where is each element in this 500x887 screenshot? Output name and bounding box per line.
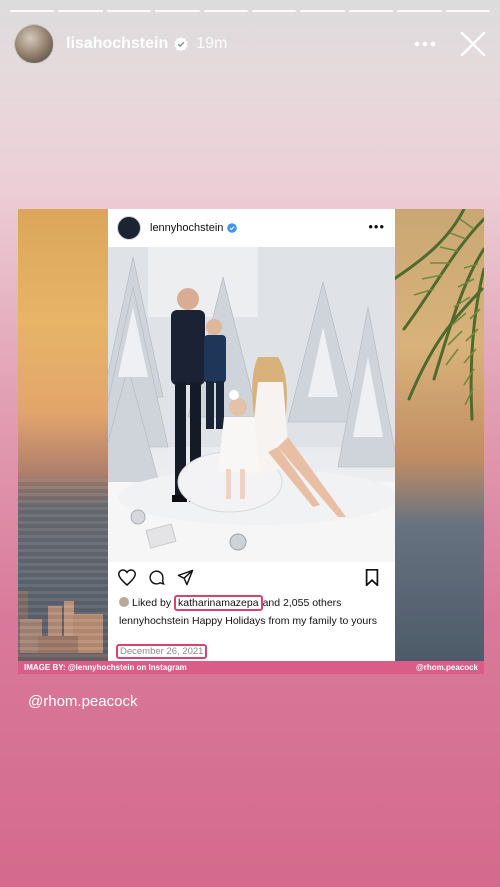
post-date-highlight: December 26, 2021 bbox=[116, 644, 208, 659]
story-progress-bar bbox=[10, 10, 491, 12]
post-caption: lennyhochstein Happy Holidays from my fa… bbox=[119, 615, 385, 628]
bookmark-icon bbox=[365, 569, 379, 586]
progress-segment bbox=[10, 10, 55, 12]
more-options-icon[interactable] bbox=[412, 34, 438, 54]
shared-post-image: lennyhochstein ••• Liked by katharinamaz… bbox=[18, 209, 484, 674]
family-holiday-photo bbox=[108, 247, 395, 562]
post-username: lennyhochstein bbox=[150, 222, 224, 234]
likes-line: Liked by katharinamazepa and 2,055 others bbox=[119, 595, 342, 611]
comment-icon bbox=[149, 570, 165, 585]
instagram-post: lennyhochstein ••• Liked by katharinamaz… bbox=[108, 209, 395, 661]
mention-sticker[interactable]: @rhom.peacock bbox=[28, 693, 137, 710]
post-actions-bar bbox=[118, 567, 385, 589]
post-date: December 26, 2021 bbox=[116, 644, 208, 659]
liked-user-highlight: katharinamazepa bbox=[174, 595, 263, 611]
share-icon bbox=[177, 569, 194, 586]
liked-prefix: Liked by bbox=[132, 597, 172, 609]
story-avatar[interactable] bbox=[14, 24, 54, 64]
story-header: lisahochstein 19m bbox=[14, 24, 486, 64]
palm-tree-illustration bbox=[394, 209, 484, 421]
progress-segment bbox=[348, 10, 394, 12]
progress-segment bbox=[252, 10, 297, 12]
liked-suffix: and 2,055 others bbox=[262, 597, 342, 609]
verified-badge-icon bbox=[227, 223, 238, 233]
post-more-icon: ••• bbox=[368, 219, 385, 234]
palm-background bbox=[394, 209, 484, 661]
post-avatar bbox=[117, 216, 141, 240]
progress-segment bbox=[397, 10, 442, 12]
progress-segment bbox=[106, 10, 152, 12]
post-header: lennyhochstein ••• bbox=[108, 209, 395, 247]
story-username[interactable]: lisahochstein bbox=[66, 35, 168, 53]
verified-badge-icon bbox=[174, 37, 188, 51]
progress-segment bbox=[58, 10, 103, 12]
progress-segment bbox=[300, 10, 345, 12]
liker-avatar bbox=[119, 597, 129, 607]
progress-segment bbox=[155, 10, 200, 12]
credit-left: IMAGE BY: @lennyhochstein on Instagram bbox=[24, 663, 187, 672]
progress-segment bbox=[445, 10, 491, 12]
caption-username: lennyhochstein bbox=[119, 615, 190, 627]
story-time: 19m bbox=[196, 35, 228, 52]
heart-icon bbox=[118, 569, 136, 586]
credit-right: @rhom.peacock bbox=[415, 663, 478, 672]
image-credit-bar: IMAGE BY: @lennyhochstein on Instagram @… bbox=[18, 661, 484, 674]
progress-segment bbox=[203, 10, 249, 12]
caption-text: Happy Holidays from my family to yours bbox=[191, 615, 377, 627]
close-icon[interactable] bbox=[460, 31, 486, 57]
